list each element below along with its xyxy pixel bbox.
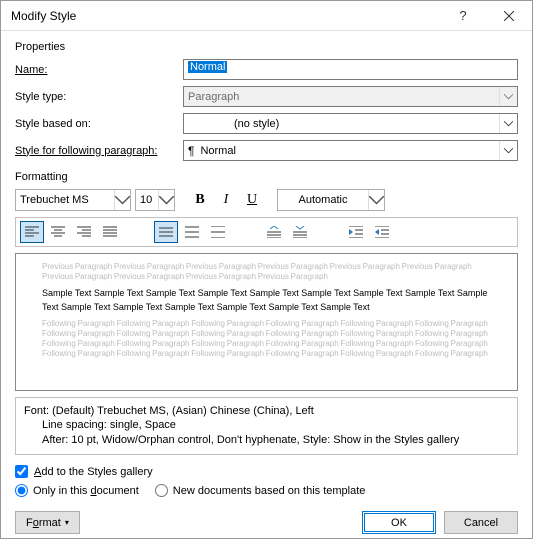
- only-doc-option[interactable]: Only in this document: [15, 484, 139, 497]
- help-button[interactable]: ?: [440, 1, 486, 31]
- underline-button[interactable]: U: [241, 189, 263, 211]
- triangle-down-icon: ▾: [65, 518, 69, 527]
- font-color-value: Automatic: [299, 194, 348, 206]
- close-icon: [504, 11, 514, 21]
- chevron-down-icon: [368, 190, 384, 210]
- chevron-down-icon: [499, 114, 517, 133]
- style-following-select[interactable]: ¶ Normal: [183, 140, 518, 161]
- style-type-value: Paragraph: [188, 91, 239, 103]
- close-button[interactable]: [486, 1, 532, 31]
- preview-previous: Previous Paragraph Previous Paragraph Pr…: [42, 262, 491, 282]
- align-center-button[interactable]: [46, 221, 70, 243]
- cancel-button[interactable]: Cancel: [444, 511, 518, 534]
- bold-button[interactable]: B: [189, 189, 211, 211]
- style-based-on-value: (no style): [234, 118, 279, 130]
- ok-button[interactable]: OK: [362, 511, 436, 534]
- style-type-label: Style type:: [15, 91, 183, 103]
- spacing-15-button[interactable]: [180, 221, 204, 243]
- font-toolbar: Trebuchet MS 10 B I U Automatic: [15, 189, 518, 211]
- font-name-value: Trebuchet MS: [20, 194, 89, 206]
- style-based-on-label: Style based on:: [15, 118, 183, 130]
- spacing-2-button[interactable]: [206, 221, 230, 243]
- name-value: Normal: [188, 61, 227, 73]
- new-docs-radio[interactable]: [155, 484, 168, 497]
- style-following-value: Normal: [200, 145, 235, 157]
- paragraph-toolbar: [15, 217, 518, 247]
- pilcrow-icon: ¶: [188, 144, 194, 158]
- font-color-select[interactable]: Automatic: [277, 189, 385, 211]
- add-gallery-checkbox[interactable]: [15, 465, 28, 478]
- name-input[interactable]: Normal: [183, 59, 518, 80]
- desc-line1: Font: (Default) Trebuchet MS, (Asian) Ch…: [24, 405, 314, 417]
- dialog-content: Properties Name: Normal Style type: Para…: [1, 31, 532, 546]
- chevron-down-icon: [499, 87, 517, 106]
- footer: Format ▾ OK Cancel: [15, 511, 518, 536]
- font-size-select[interactable]: 10: [135, 189, 175, 211]
- name-label: Name:: [15, 64, 183, 76]
- titlebar: Modify Style ?: [1, 1, 532, 31]
- style-following-label: Style for following paragraph:: [15, 145, 183, 157]
- new-docs-label: New documents based on this template: [173, 485, 366, 497]
- chevron-down-icon: [499, 141, 517, 160]
- format-label: Format: [26, 517, 61, 529]
- align-justify-button[interactable]: [98, 221, 122, 243]
- properties-group-label: Properties: [15, 41, 518, 53]
- preview-box: Previous Paragraph Previous Paragraph Pr…: [15, 253, 518, 391]
- indent-increase-button[interactable]: [370, 221, 394, 243]
- style-type-select[interactable]: Paragraph: [183, 86, 518, 107]
- scope-row: Only in this document New documents base…: [15, 484, 518, 497]
- desc-line3: After: 10 pt, Widow/Orphan control, Don'…: [24, 433, 509, 447]
- desc-line2: Line spacing: single, Space: [24, 418, 509, 432]
- add-gallery-row: Add to the Styles gallery: [15, 465, 518, 478]
- chevron-down-icon: [158, 190, 174, 210]
- dialog-title: Modify Style: [11, 9, 440, 23]
- space-before-inc-button[interactable]: [262, 221, 286, 243]
- font-size-value: 10: [140, 194, 152, 206]
- add-gallery-label: Add to the Styles gallery: [34, 466, 153, 478]
- font-name-select[interactable]: Trebuchet MS: [15, 189, 131, 211]
- spacing-1-button[interactable]: [154, 221, 178, 243]
- space-before-dec-button[interactable]: [288, 221, 312, 243]
- align-left-button[interactable]: [20, 221, 44, 243]
- formatting-group-label: Formatting: [15, 171, 518, 183]
- ok-label: OK: [391, 517, 407, 529]
- modify-style-dialog: Modify Style ? Properties Name: Normal S…: [0, 0, 533, 539]
- italic-button[interactable]: I: [215, 189, 237, 211]
- only-doc-radio[interactable]: [15, 484, 28, 497]
- new-docs-option[interactable]: New documents based on this template: [155, 484, 366, 497]
- preview-following: Following Paragraph Following Paragraph …: [42, 319, 491, 359]
- description-box: Font: (Default) Trebuchet MS, (Asian) Ch…: [15, 397, 518, 455]
- preview-sample: Sample Text Sample Text Sample Text Samp…: [42, 286, 491, 315]
- only-doc-label: Only in this document: [33, 485, 139, 497]
- cancel-label: Cancel: [464, 517, 498, 529]
- format-button[interactable]: Format ▾: [15, 511, 80, 534]
- indent-decrease-button[interactable]: [344, 221, 368, 243]
- align-right-button[interactable]: [72, 221, 96, 243]
- chevron-down-icon: [114, 190, 130, 210]
- style-based-on-select[interactable]: (no style): [183, 113, 518, 134]
